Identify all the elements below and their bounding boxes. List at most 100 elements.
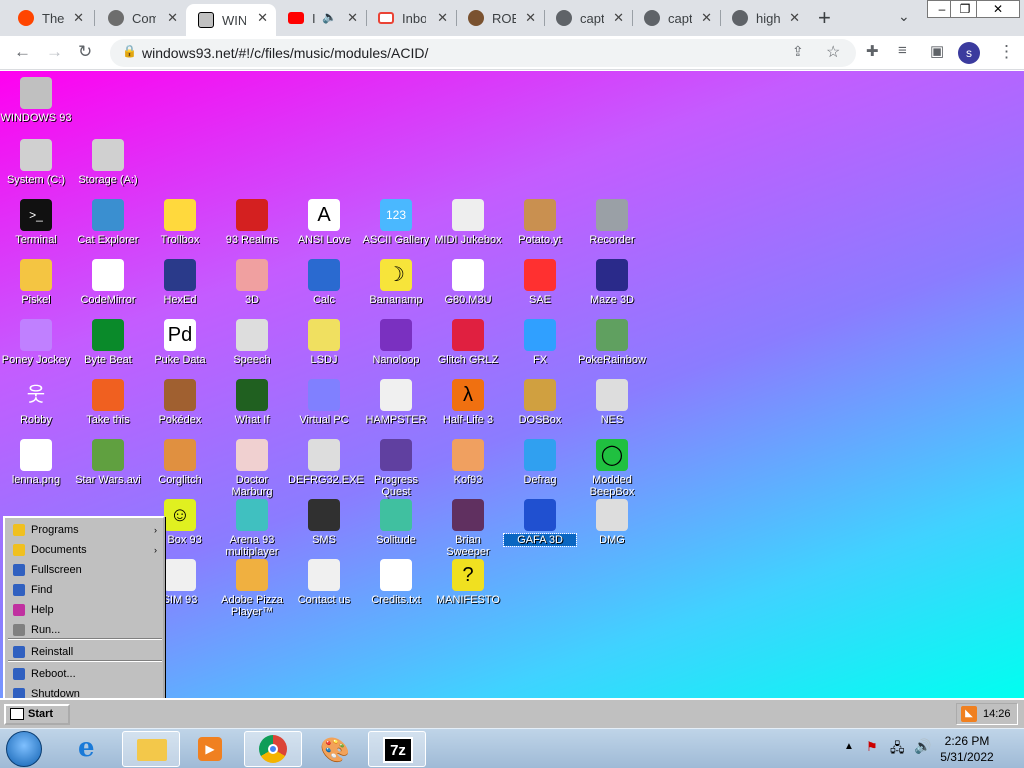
desktop-icon[interactable]: System (C:) <box>0 139 72 186</box>
desktop-icon[interactable]: LSDJ <box>288 319 360 366</box>
start-orb-icon[interactable] <box>6 731 42 767</box>
lock-icon[interactable]: 🔒 <box>122 44 137 58</box>
start-menu-item[interactable]: Fullscreen <box>7 560 161 580</box>
desktop-icon[interactable]: 93 Realms <box>216 199 288 246</box>
start-menu-item[interactable]: Run... <box>7 620 161 640</box>
close-icon[interactable]: ✕ <box>437 10 448 26</box>
start-menu-item[interactable]: Reinstall <box>7 642 161 662</box>
desktop-icon[interactable]: λ Half-Life 3 <box>432 379 504 426</box>
browser-tab[interactable]: capt ✕ <box>544 4 632 32</box>
desktop-icon[interactable]: Star Wars.avi <box>72 439 144 486</box>
desktop-icon[interactable]: Poney Jockey <box>0 319 72 366</box>
desktop-icon[interactable]: >_ Terminal <box>0 199 72 246</box>
desktop-icon[interactable]: What If <box>216 379 288 426</box>
chrome-icon[interactable] <box>244 731 302 767</box>
desktop-icon[interactable]: Glitch GRLZ <box>432 319 504 366</box>
desktop-icon[interactable]: DOSBox <box>504 379 576 426</box>
desktop-icon[interactable]: Credits.txt <box>360 559 432 606</box>
close-icon[interactable]: ✕ <box>347 10 358 26</box>
desktop-icon[interactable]: Nanoloop <box>360 319 432 366</box>
desktop-icon[interactable]: Maze 3D <box>576 259 648 306</box>
close-icon[interactable]: ✕ <box>73 10 84 26</box>
desktop-icon[interactable]: Take this <box>72 379 144 426</box>
desktop-icon[interactable]: 3D <box>216 259 288 306</box>
action-center-icon[interactable]: ⚑ <box>866 739 878 755</box>
start-menu-item[interactable]: Documents › <box>7 540 161 560</box>
desktop-icon[interactable]: 123 ASCII Gallery <box>360 199 432 246</box>
browser-tab[interactable]: high ✕ <box>720 4 808 32</box>
desktop-icon[interactable]: lenna.png <box>0 439 72 486</box>
network-icon[interactable]: 🖧 <box>890 739 905 761</box>
browser-tab-active[interactable]: WIN ✕ <box>186 4 276 36</box>
internet-explorer-icon[interactable]: e <box>62 731 120 767</box>
desktop-icon[interactable]: Contact us <box>288 559 360 606</box>
profile-avatar[interactable]: s <box>958 42 980 64</box>
close-icon[interactable]: ✕ <box>257 10 268 26</box>
browser-tab[interactable]: The ✕ <box>6 4 92 32</box>
desktop-icon[interactable]: 웃 Robby <box>0 379 72 426</box>
browser-tab[interactable]: ROB ✕ <box>456 4 544 32</box>
close-icon[interactable]: ✕ <box>789 10 800 26</box>
new-tab-icon[interactable]: + <box>818 5 831 31</box>
tray-chevron-icon[interactable]: ▲ <box>844 741 854 752</box>
desktop-icon[interactable]: Brian Sweeper <box>432 499 504 558</box>
desktop-icon[interactable]: Cat Explorer <box>72 199 144 246</box>
desktop-icon[interactable]: ? MANIFESTO <box>432 559 504 606</box>
desktop-icon[interactable]: Kof93 <box>432 439 504 486</box>
desktop-icon[interactable]: Corglitch <box>144 439 216 486</box>
volume-icon[interactable]: 🔊 <box>914 738 931 755</box>
close-icon[interactable]: ✕ <box>167 10 178 26</box>
desktop-icon[interactable]: SAE <box>504 259 576 306</box>
desktop-icon[interactable]: DEFRG32.EXE <box>288 439 364 486</box>
desktop-icon[interactable]: Speech <box>216 319 288 366</box>
start-menu-item[interactable]: Reboot... <box>7 664 161 684</box>
media-queue-icon[interactable]: ≡ <box>898 42 907 59</box>
address-bar[interactable]: 🔒 windows93.net/#!/c/files/music/modules… <box>110 39 856 67</box>
browser-tab[interactable]: capt ✕ <box>632 4 720 32</box>
desktop-icon[interactable]: GAFA 3D <box>503 499 577 547</box>
7zip-icon[interactable]: 7z <box>368 731 426 767</box>
desktop-icon[interactable]: CodeMirror <box>72 259 144 306</box>
browser-tab[interactable]: Com ✕ <box>96 4 186 32</box>
desktop-icon[interactable]: HexEd <box>144 259 216 306</box>
browser-tab[interactable]: I 🔈 ✕ <box>276 4 366 32</box>
desktop-icon[interactable]: FX <box>504 319 576 366</box>
extensions-icon[interactable]: ✚ <box>866 42 879 60</box>
start-menu-item[interactable]: Help <box>7 600 161 620</box>
desktop-icon[interactable]: Virtual PC <box>288 379 360 426</box>
desktop-icon[interactable]: Adobe Pizza Player™ <box>216 559 288 618</box>
desktop-icon[interactable]: NES <box>576 379 648 426</box>
share-icon[interactable]: ⇪ <box>792 43 804 60</box>
url-text[interactable]: windows93.net/#!/c/files/music/modules/A… <box>142 45 428 61</box>
desktop-icon[interactable]: Progress Quest <box>360 439 432 498</box>
desktop-icon[interactable]: Piskel <box>0 259 72 306</box>
browser-tab[interactable]: Inbo ✕ <box>366 4 456 32</box>
file-explorer-icon[interactable] <box>122 731 180 767</box>
desktop-icon[interactable]: MIDI Jukebox <box>432 199 504 246</box>
desktop-icon[interactable]: ☽ Bananamp <box>360 259 432 306</box>
desktop-icon[interactable]: Recorder <box>576 199 648 246</box>
start-menu-item[interactable]: Programs › <box>7 520 161 540</box>
reload-icon[interactable]: ↻ <box>78 42 92 62</box>
paint-icon[interactable]: 🎨 <box>306 731 364 767</box>
desktop-icon[interactable]: Defrag <box>504 439 576 486</box>
desktop-icon[interactable]: PokeRainbow <box>576 319 648 366</box>
close-icon[interactable]: ✕ <box>525 10 536 26</box>
desktop-icon[interactable]: WINDOWS 93 <box>0 77 72 124</box>
desktop-icon[interactable]: Potato.yt <box>504 199 576 246</box>
desktop-icon[interactable]: G80.M3U <box>432 259 504 306</box>
media-player-icon[interactable]: ▶ <box>182 731 240 767</box>
back-arrow-icon[interactable]: ← <box>14 42 31 62</box>
desktop-icon[interactable]: ◯ Modded BeepBox <box>576 439 648 498</box>
close-icon[interactable]: ✕ <box>701 10 712 26</box>
forward-arrow-icon[interactable]: → <box>46 42 63 62</box>
sidepanel-icon[interactable]: ▣ <box>930 42 944 60</box>
desktop-icon[interactable]: Doctor Marburg <box>216 439 288 498</box>
start-button[interactable]: Start <box>4 704 70 725</box>
desktop-icon[interactable]: Calc <box>288 259 360 306</box>
menu-kebab-icon[interactable]: ⋮ <box>998 42 1015 62</box>
bookmark-star-icon[interactable]: ☆ <box>826 42 840 62</box>
desktop-icon[interactable]: A ANSI Love <box>288 199 360 246</box>
desktop-icon[interactable]: DMG <box>576 499 648 546</box>
desktop-icon[interactable]: Pd Puke Data <box>144 319 216 366</box>
